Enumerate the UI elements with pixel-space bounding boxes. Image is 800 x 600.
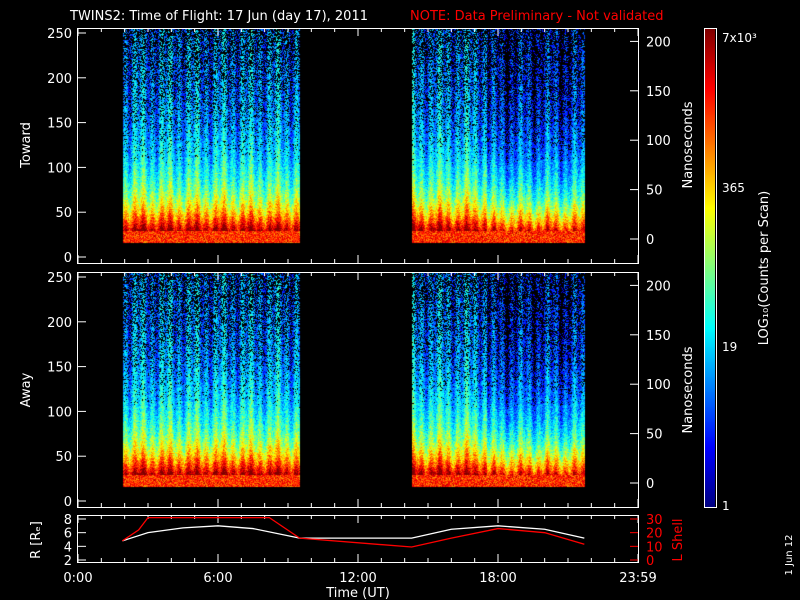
- y-tick-label: 100: [47, 405, 72, 420]
- note-text: NOTE: Data Preliminary - Not validated: [410, 9, 664, 24]
- colorbar-label: LOG₁₀(Counts per Scan): [757, 191, 772, 346]
- y-tick-label: 6: [64, 527, 72, 542]
- x-tick-label: 18:00: [479, 571, 516, 586]
- r-line: [122, 525, 585, 542]
- y2-tick-label: 0: [646, 233, 654, 248]
- x-tick-label: 12:00: [339, 571, 376, 586]
- y2-tick-label: 0: [646, 477, 654, 492]
- xlabel: Time (UT): [325, 586, 390, 600]
- y2-tick-label: 150: [646, 329, 671, 344]
- y-tick-label: 0: [64, 495, 72, 510]
- y2-tick-label: 200: [646, 35, 671, 50]
- y2-tick-label: 200: [646, 279, 671, 294]
- y-tick-label: 150: [47, 361, 72, 376]
- plot-title: TWINS2: Time of Flight: 17 Jun (day 17),…: [69, 9, 368, 24]
- date-stamp: 1 Jun 12: [784, 534, 795, 575]
- panel-frame: [77, 272, 639, 508]
- y2-tick-label: 20: [646, 527, 663, 542]
- y2label-lshell: L Shell: [671, 518, 686, 561]
- plot-axes: TWINS2: Time of Flight: 17 Jun (day 17),…: [19, 9, 795, 600]
- y2label-away: Nanoseconds: [681, 346, 696, 433]
- l-shell-line: [121, 516, 585, 548]
- twins-tof-plot: TWINS2: Time of Flight: 17 Jun (day 17),…: [0, 0, 800, 600]
- x-tick-label: 6:00: [203, 571, 232, 586]
- y2-tick-label: 50: [646, 428, 663, 443]
- ylabel-toward: Toward: [19, 122, 34, 169]
- colorbar-tick-label: 7x10³: [722, 31, 757, 45]
- y2label-toward: Nanoseconds: [681, 101, 696, 188]
- y2-tick-label: 0: [646, 554, 654, 569]
- y2-tick-label: 100: [646, 134, 671, 149]
- y-tick-label: 4: [64, 540, 72, 555]
- y2-tick-label: 150: [646, 85, 671, 100]
- x-tick-label: 0:00: [63, 571, 92, 586]
- y2-tick-label: 100: [646, 378, 671, 393]
- y-tick-label: 50: [55, 450, 72, 465]
- ylabel-away: Away: [19, 372, 34, 407]
- colorbar-tick-label: 365: [722, 181, 745, 195]
- y-tick-label: 150: [47, 117, 72, 132]
- x-tick-label: 23:59: [619, 571, 656, 586]
- y-tick-label: 200: [47, 316, 72, 331]
- y-tick-label: 50: [55, 206, 72, 221]
- y2-tick-label: 50: [646, 184, 663, 199]
- y-tick-label: 0: [64, 251, 72, 266]
- y-tick-label: 250: [47, 271, 72, 286]
- y-tick-label: 2: [64, 554, 72, 569]
- y2-tick-label: 30: [646, 513, 663, 528]
- colorbar-tick-label: 19: [722, 340, 737, 354]
- colorbar-tick-label: 1: [722, 499, 730, 513]
- y-tick-label: 8: [64, 513, 72, 528]
- y2-tick-label: 10: [646, 540, 663, 555]
- ylabel-r: R [Rₑ]: [29, 521, 44, 559]
- colorbar-frame: [704, 28, 717, 508]
- y-tick-label: 250: [47, 27, 72, 42]
- y-tick-label: 200: [47, 72, 72, 87]
- panel-frame: [77, 28, 639, 264]
- y-tick-label: 100: [47, 161, 72, 176]
